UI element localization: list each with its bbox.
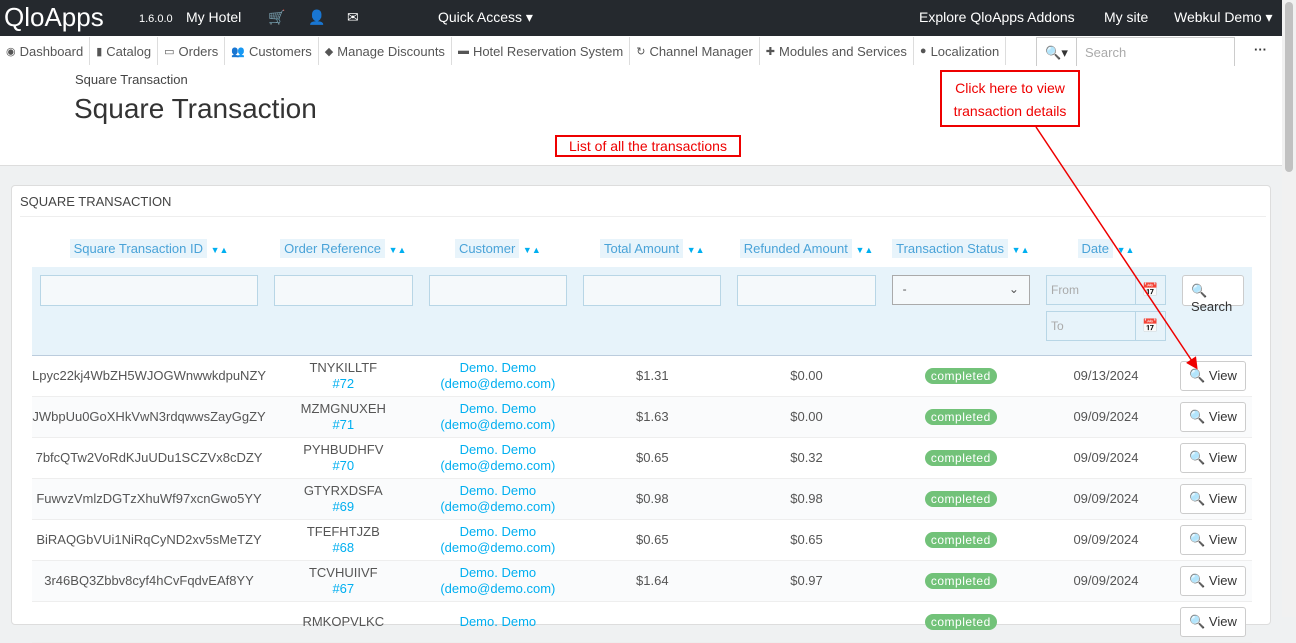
scrollbar[interactable]: [1282, 0, 1296, 617]
annotation-arrow: [1035, 126, 1198, 370]
scrollbar-thumb[interactable]: [1285, 2, 1293, 172]
